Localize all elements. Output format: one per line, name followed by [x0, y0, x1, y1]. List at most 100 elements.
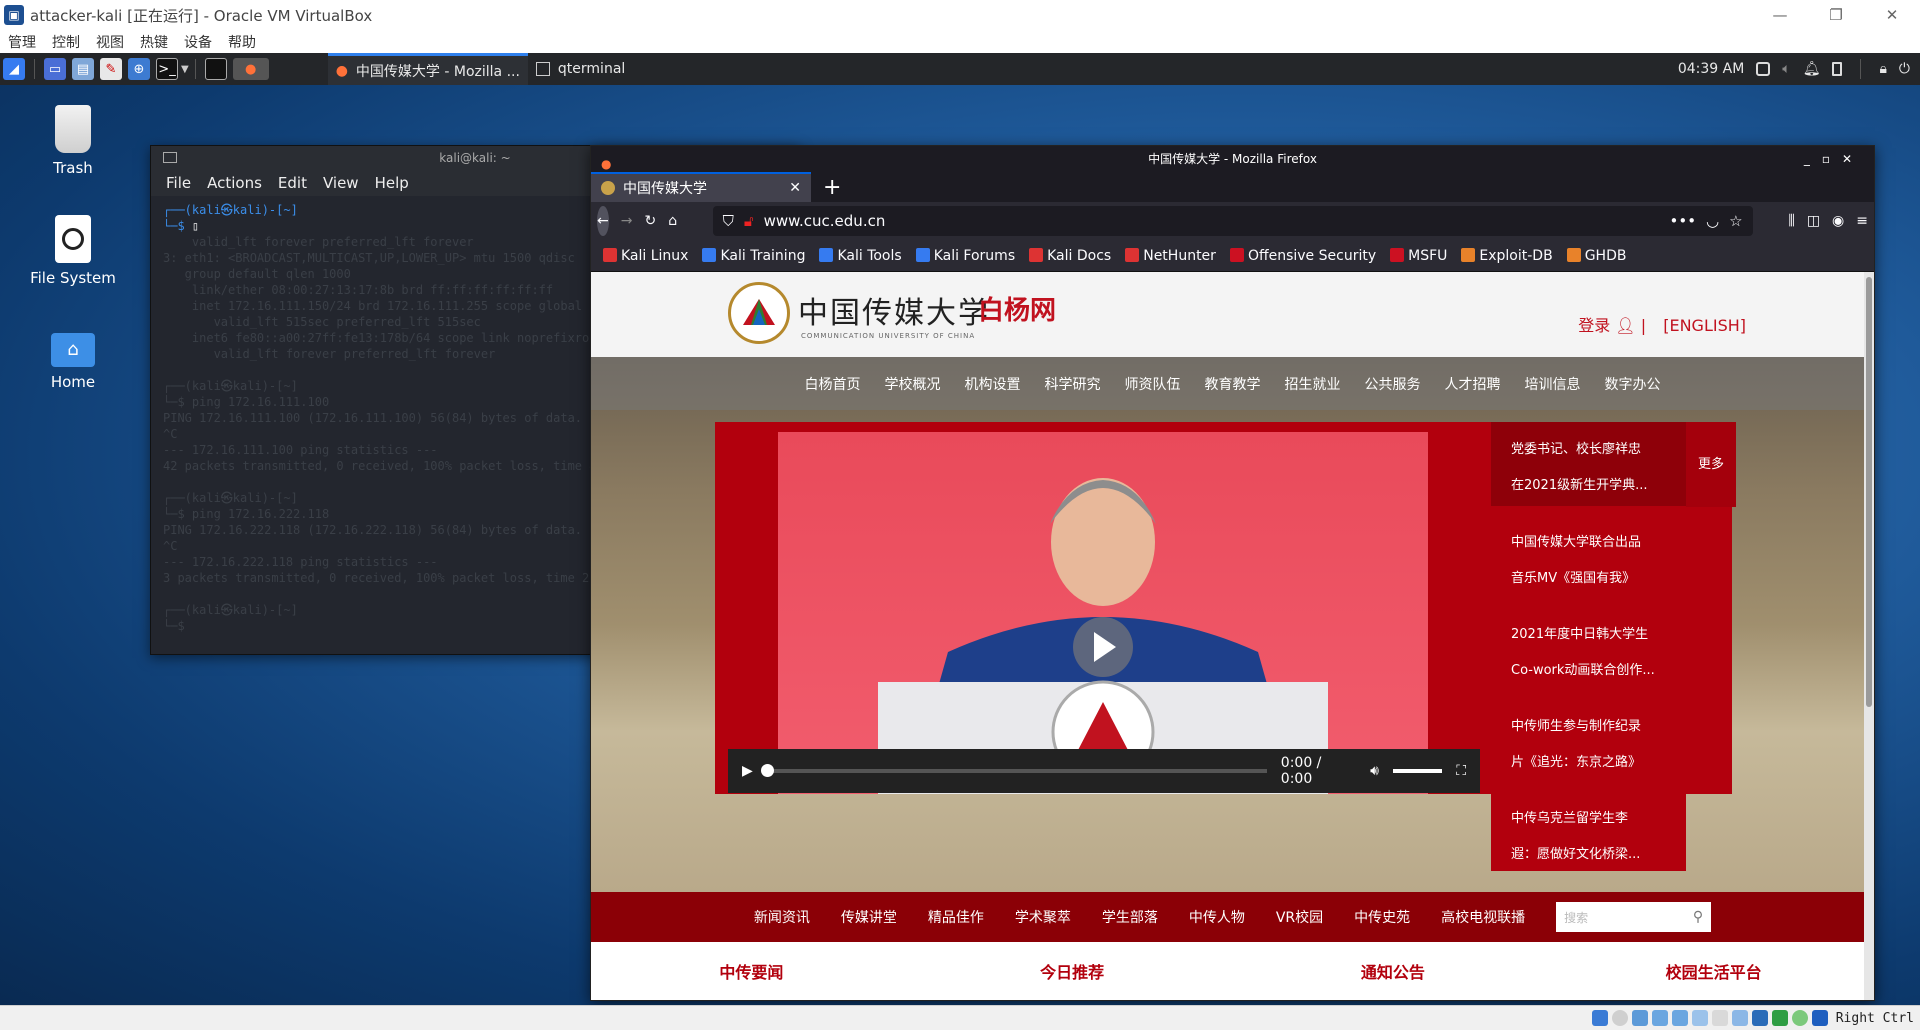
english-link[interactable]: [ENGLISH] — [1663, 316, 1746, 335]
page-scrollbar[interactable] — [1864, 272, 1874, 1000]
scroll-thumb[interactable] — [1866, 277, 1872, 707]
bell-icon[interactable]: 🔔︎ — [1803, 61, 1821, 77]
show-desktop-icon[interactable]: ▭ — [44, 58, 66, 80]
site-name-cn[interactable]: 中国传媒大学 — [798, 288, 990, 332]
back-button[interactable]: ← — [597, 206, 609, 236]
file-manager-icon[interactable]: ▤ — [72, 58, 94, 80]
section-recommend[interactable]: 今日推荐 — [912, 959, 1233, 983]
cpu-icon[interactable] — [1771, 1010, 1788, 1026]
search-icon[interactable]: ⚲ — [1693, 909, 1703, 925]
seek-thumb[interactable] — [760, 764, 774, 777]
usb-icon[interactable] — [1691, 1010, 1708, 1026]
news-item[interactable]: 中传师生参与制作纪录 片《追光：东京之路》 — [1491, 699, 1686, 783]
bookmark-item[interactable]: GHDB — [1566, 247, 1626, 264]
section-notice[interactable]: 通知公告 — [1233, 959, 1554, 983]
shared-folders-icon[interactable] — [1711, 1010, 1728, 1026]
bookmark-item[interactable]: Kali Linux — [603, 247, 688, 264]
volume-icon[interactable]: 🔈︎ — [1782, 61, 1790, 77]
desktop-icon-trash[interactable]: Trash — [18, 105, 128, 177]
desktop-icon-home[interactable]: ⌂ Home — [18, 325, 128, 391]
menu-manage[interactable]: 管理 — [8, 32, 36, 52]
bookmark-item[interactable]: MSFU — [1390, 247, 1447, 264]
bookmark-item[interactable]: Kali Training — [702, 247, 805, 264]
power-icon[interactable]: ⏻ — [1899, 61, 1910, 77]
fullscreen-icon[interactable]: ⛶ — [1456, 763, 1466, 779]
bookmark-star-icon[interactable]: ☆ — [1729, 212, 1742, 230]
page-actions-icon[interactable]: ••• — [1670, 212, 1697, 230]
window-controls[interactable]: _▫✕ — [1804, 146, 1864, 172]
bookmark-item[interactable]: Offensive Security — [1229, 247, 1376, 264]
nav-item[interactable]: 白杨首页 — [805, 374, 861, 394]
user-icon[interactable]: 👤︎ — [1615, 316, 1640, 335]
menu-edit[interactable]: Edit — [278, 174, 307, 192]
network-icon[interactable] — [1651, 1010, 1668, 1026]
menu-file[interactable]: File — [166, 174, 191, 192]
menu-actions[interactable]: Actions — [207, 174, 262, 192]
bookmark-item[interactable]: NetHunter — [1125, 247, 1216, 264]
desktop-icon-filesystem[interactable]: File System — [18, 215, 128, 287]
battery-icon[interactable] — [1832, 62, 1843, 76]
menu-help[interactable]: 帮助 — [228, 32, 256, 52]
reload-button[interactable]: ↻ — [644, 213, 656, 229]
task-firefox[interactable]: ● 中国传媒大学 - Mozilla ... — [327, 53, 528, 85]
nav-item[interactable]: 师资队伍 — [1125, 374, 1181, 394]
subnav-item[interactable]: 高校电视联播 — [1441, 907, 1525, 927]
network-2-icon[interactable] — [1671, 1010, 1688, 1026]
clock[interactable]: 04:39 AM — [1678, 61, 1744, 77]
mouse-integration-icon[interactable] — [1791, 1010, 1808, 1026]
subnav-item[interactable]: 传媒讲堂 — [841, 907, 897, 927]
nav-item[interactable]: 学校概况 — [885, 374, 941, 394]
keyboard-icon[interactable] — [1811, 1010, 1828, 1026]
section-campus-life[interactable]: 校园生活平台 — [1553, 959, 1874, 983]
nav-item[interactable]: 机构设置 — [965, 374, 1021, 394]
bookmark-item[interactable]: Kali Forums — [915, 247, 1015, 264]
volume-slider[interactable] — [1392, 769, 1443, 773]
menu-view[interactable]: 视图 — [96, 32, 124, 52]
nav-item[interactable]: 科学研究 — [1045, 374, 1101, 394]
display-icon[interactable] — [1731, 1010, 1748, 1026]
web-browser-icon[interactable]: ⊕ — [128, 58, 150, 80]
more-link[interactable]: 更多 — [1686, 422, 1736, 507]
insecure-lock-icon[interactable]: 🔓︎ — [744, 212, 754, 230]
menu-help[interactable]: Help — [375, 174, 409, 192]
workspace-2[interactable]: ● — [232, 58, 269, 80]
subnav-item[interactable]: 中传史苑 — [1354, 907, 1410, 927]
subnav-item[interactable]: 精品佳作 — [928, 907, 984, 927]
restore-button[interactable]: ❐ — [1808, 0, 1864, 30]
nav-item[interactable]: 招生就业 — [1285, 374, 1341, 394]
site-baiyang[interactable]: 白杨网 — [978, 290, 1056, 327]
minimize-button[interactable]: — — [1752, 0, 1808, 30]
news-item[interactable]: 2021年度中日韩大学生 Co-work动画联合创作... — [1491, 607, 1686, 691]
tab-cuc[interactable]: 中国传媒大学 ✕ — [591, 172, 811, 202]
nav-item[interactable]: 教育教学 — [1205, 374, 1261, 394]
subnav-item[interactable]: VR校园 — [1276, 907, 1323, 927]
subnav-item[interactable]: 新闻资讯 — [754, 907, 810, 927]
nav-item[interactable]: 培训信息 — [1525, 374, 1581, 394]
video-player[interactable] — [778, 432, 1428, 794]
volume-icon[interactable]: 🔊︎ — [1370, 763, 1379, 779]
terminal-icon[interactable]: >_ — [156, 58, 178, 80]
menu-view[interactable]: View — [323, 174, 359, 192]
nav-item[interactable]: 人才招聘 — [1445, 374, 1501, 394]
seek-bar[interactable] — [760, 764, 1267, 777]
play-icon[interactable]: ▶ — [742, 763, 753, 779]
login-link[interactable]: 登录 — [1578, 316, 1610, 335]
sidebar-icon[interactable]: ◫ — [1807, 213, 1820, 229]
forward-button[interactable]: → — [621, 213, 633, 229]
home-button[interactable]: ⌂ — [668, 213, 677, 229]
kali-menu-icon[interactable]: ◢ — [3, 58, 25, 80]
chevron-down-icon[interactable]: ▼ — [181, 64, 189, 75]
menu-hotkey[interactable]: 热键 — [140, 32, 168, 52]
news-item[interactable]: 党委书记、校长廖祥忠 在2021级新生开学典... — [1491, 422, 1686, 506]
section-news[interactable]: 中传要闻 — [591, 959, 912, 983]
url-bar[interactable]: ⛉ 🔓︎ www.cuc.edu.cn ••• ◡ ☆ — [712, 206, 1753, 236]
bookmark-item[interactable]: Kali Tools — [819, 247, 902, 264]
close-tab-icon[interactable]: ✕ — [789, 180, 801, 196]
optical-drive-icon[interactable] — [1611, 1010, 1628, 1026]
nav-item[interactable]: 数字办公 — [1605, 374, 1661, 394]
search-input[interactable]: 搜索 ⚲ — [1556, 902, 1712, 932]
text-editor-icon[interactable]: ✎ — [100, 58, 122, 80]
audio-icon[interactable] — [1631, 1010, 1648, 1026]
pocket-icon[interactable]: ◡ — [1706, 212, 1719, 230]
hdd-icon[interactable] — [1591, 1010, 1608, 1026]
